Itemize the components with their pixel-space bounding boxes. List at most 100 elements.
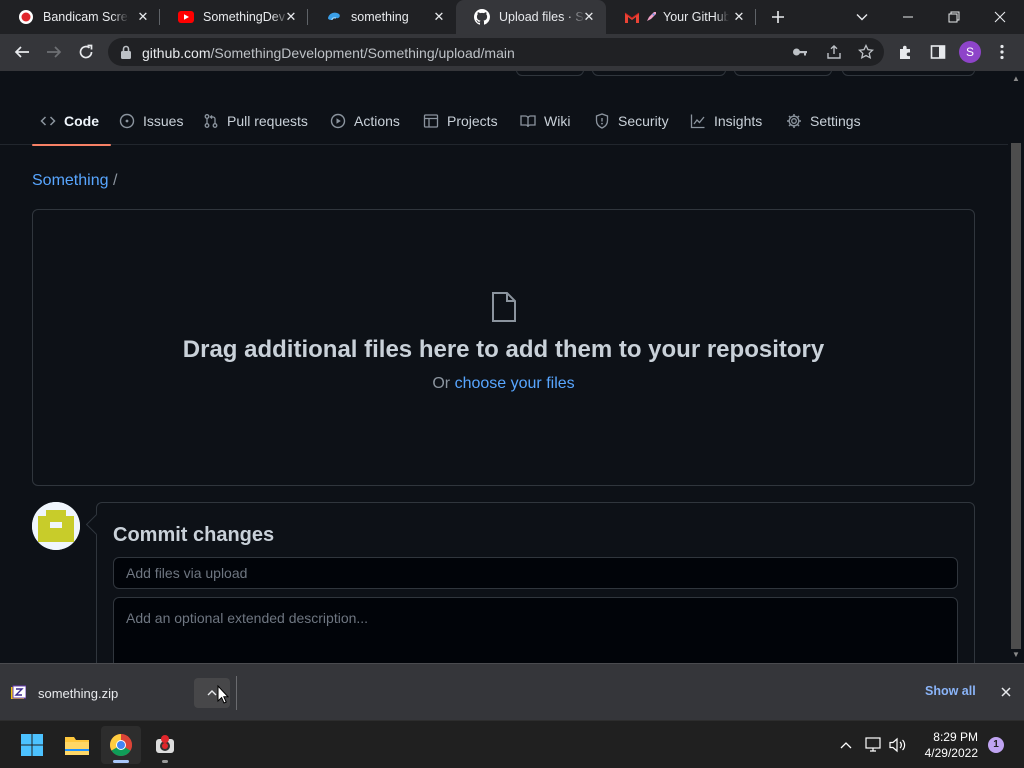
tab-settings[interactable]: Settings [786, 96, 861, 145]
tab-security[interactable]: Security [594, 96, 669, 145]
gmail-icon [624, 9, 640, 25]
tab-label: Wiki [544, 112, 571, 129]
reload-icon [79, 44, 93, 59]
reload-button[interactable] [72, 38, 100, 66]
close-window-button[interactable] [978, 0, 1022, 34]
extensions-button[interactable] [892, 38, 920, 66]
avatar[interactable] [32, 502, 80, 550]
key-icon[interactable] [786, 38, 814, 66]
page-content: Code Issues Pull requests Actions Projec… [0, 71, 1008, 663]
show-all-downloads-button[interactable]: Show all [925, 684, 976, 698]
chevron-up-icon [207, 690, 217, 696]
browser-tab-title: something [351, 10, 409, 24]
page-scrollbar[interactable]: ▲ ▼ [1008, 71, 1024, 663]
choose-files-link[interactable]: choose your files [455, 375, 575, 392]
pull-request-icon [204, 113, 218, 128]
start-button[interactable] [12, 726, 52, 764]
download-bar: something.zip Show all [0, 663, 1024, 720]
download-file-name: something.zip [38, 685, 119, 701]
tab-label: Code [64, 112, 99, 129]
tab-actions[interactable]: Actions [330, 96, 400, 145]
arrow-right-icon [47, 46, 62, 58]
commit-description-input[interactable] [113, 597, 958, 663]
profile-button[interactable]: S [956, 38, 984, 66]
browser-tab-gmail[interactable]: Your GitHub launch code ✕ [606, 0, 756, 34]
browser-tab-title: Bandicam Screen Recorder [43, 10, 129, 24]
minimize-button[interactable] [886, 0, 930, 34]
volume-icon[interactable] [888, 735, 908, 755]
breadcrumb-repo-link[interactable]: Something [32, 172, 109, 189]
rocket-icon [643, 9, 659, 25]
tab-insights[interactable]: Insights [690, 96, 762, 145]
browser-tab-title: Your GitHub launch code [663, 10, 729, 24]
address-bar[interactable]: github.com/SomethingDevelopment/Somethin… [108, 38, 884, 66]
folder-icon [65, 737, 89, 755]
share-icon[interactable] [820, 38, 848, 66]
browser-tab-bandicam[interactable]: Bandicam Screen Recorder ✕ [0, 0, 160, 34]
scroll-down-icon[interactable]: ▼ [1012, 651, 1020, 659]
file-explorer-button[interactable] [57, 726, 97, 764]
tab-wiki[interactable]: Wiki [520, 96, 570, 145]
download-divider [236, 676, 237, 710]
repo-nav: Code Issues Pull requests Actions Projec… [0, 96, 1008, 146]
side-panel-button[interactable] [924, 38, 952, 66]
watch-button[interactable] [516, 71, 584, 76]
clock-time: 8:29 PM [933, 730, 978, 744]
restore-button[interactable] [932, 0, 976, 34]
commit-summary-input[interactable] [113, 557, 958, 589]
tab-issues[interactable]: Issues [119, 96, 183, 145]
clock-date: 4/29/2022 [924, 746, 978, 760]
notification-badge[interactable]: 1 [988, 737, 1004, 753]
browser-toolbar: github.com/SomethingDevelopment/Somethin… [0, 34, 1024, 71]
new-tab-button[interactable] [756, 0, 800, 34]
chevron-down-icon [856, 14, 868, 21]
zip-file-icon [10, 685, 26, 701]
chrome-taskbar-button[interactable] [101, 726, 141, 764]
browser-tab-upload-files[interactable]: Upload files · SomethingDevelopment/Some… [456, 0, 606, 34]
system-clock[interactable]: 8:29 PM 4/29/2022 [914, 729, 978, 761]
close-icon [1001, 687, 1011, 697]
tab-label: Insights [714, 112, 763, 129]
repo-action-button[interactable] [842, 71, 975, 76]
chevron-up-icon [840, 742, 852, 749]
commit-changes-box: Commit changes [96, 502, 975, 663]
star-button[interactable] [734, 71, 832, 76]
breadcrumb-separator: / [112, 172, 118, 189]
scrollbar-thumb[interactable] [1011, 143, 1021, 649]
play-icon [330, 113, 346, 128]
book-icon [520, 114, 536, 127]
puzzle-icon [900, 45, 910, 59]
gear-icon [787, 113, 801, 128]
close-tab-icon[interactable]: ✕ [431, 9, 447, 25]
close-tab-icon[interactable]: ✕ [581, 9, 597, 25]
show-hidden-icons-button[interactable] [836, 735, 856, 755]
tab-projects[interactable]: Projects [423, 96, 498, 145]
network-icon[interactable] [864, 735, 884, 755]
browser-menu-button[interactable] [988, 38, 1016, 66]
arrow-left-icon [14, 46, 29, 58]
tab-search-button[interactable] [840, 0, 884, 34]
fork-button[interactable] [592, 71, 726, 76]
plus-icon [772, 11, 784, 23]
tab-label: Actions [354, 112, 400, 129]
browser-tab-youtube[interactable]: SomethingDev ✕ [160, 0, 308, 34]
close-download-bar-button[interactable] [996, 682, 1016, 702]
chrome-icon [110, 734, 132, 756]
tab-code[interactable]: Code [32, 96, 111, 146]
profile-avatar: S [959, 41, 981, 63]
back-button[interactable] [8, 38, 36, 66]
close-tab-icon[interactable]: ✕ [731, 9, 747, 25]
browser-tab-title: Upload files · SomethingDevelopment/Some… [499, 10, 585, 24]
bandicam-taskbar-button[interactable] [145, 726, 185, 764]
bookmark-star-icon[interactable] [852, 38, 880, 66]
forward-button[interactable] [40, 38, 68, 66]
tab-pull-requests[interactable]: Pull requests [203, 96, 308, 145]
close-tab-icon[interactable]: ✕ [283, 9, 299, 25]
browser-tab-strip: Bandicam Screen Recorder ✕ SomethingDev … [0, 0, 1024, 34]
scroll-up-icon[interactable]: ▲ [1012, 75, 1020, 83]
close-tab-icon[interactable]: ✕ [135, 9, 151, 25]
kebab-menu-icon [1000, 44, 1004, 60]
browser-tab-something[interactable]: something ✕ [308, 0, 456, 34]
issue-icon [119, 113, 135, 128]
file-drop-zone[interactable]: Drag additional files here to add them t… [32, 209, 975, 486]
